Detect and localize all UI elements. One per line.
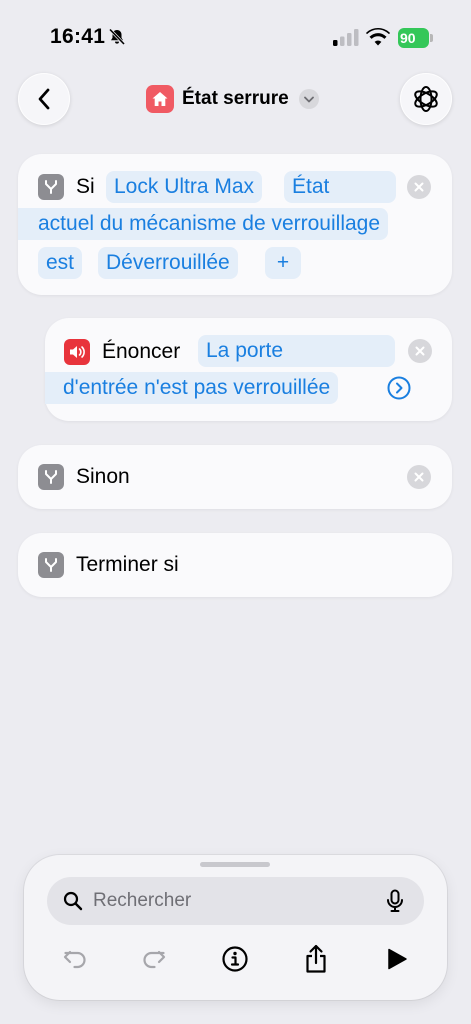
- home-icon: [146, 85, 174, 113]
- back-button[interactable]: [18, 73, 70, 125]
- device-token[interactable]: Lock Ultra Max: [106, 171, 263, 203]
- share-button[interactable]: [300, 943, 332, 975]
- if-keyword: Si: [76, 175, 95, 198]
- chevron-left-icon: [38, 88, 50, 110]
- redo-icon: [143, 950, 166, 969]
- undo-icon: [63, 950, 86, 969]
- share-icon: [306, 944, 326, 973]
- else-keyword: Sinon: [76, 465, 130, 488]
- action-search-panel: [24, 855, 447, 1000]
- action-speak[interactable]: Énoncer La porte d'entrée n'est pas verr…: [45, 318, 452, 421]
- undo-button[interactable]: [59, 943, 91, 975]
- chevron-down-icon: [298, 89, 319, 109]
- microphone-icon[interactable]: [386, 889, 404, 913]
- search-input[interactable]: [93, 877, 373, 925]
- battery-indicator: 90: [398, 28, 433, 48]
- battery-level: 90: [400, 30, 416, 46]
- branch-icon: [38, 464, 64, 490]
- sheet-grabber[interactable]: [200, 862, 270, 867]
- battery-tip: [430, 34, 433, 42]
- remove-speak-button[interactable]: [408, 339, 432, 363]
- status-bar: 16:41 90: [0, 0, 471, 70]
- house-glyph-icon: [152, 92, 168, 106]
- speak-text-token-start[interactable]: La porte: [198, 335, 395, 367]
- close-icon: [414, 472, 424, 482]
- apple-intelligence-button[interactable]: [400, 73, 452, 125]
- close-icon: [414, 182, 424, 192]
- battery-body: 90: [398, 28, 429, 48]
- status-time: 16:41: [50, 25, 106, 48]
- play-icon: [388, 948, 407, 970]
- close-icon: [415, 346, 425, 356]
- branch-icon: [38, 552, 64, 578]
- action-end-if[interactable]: Terminer si: [18, 533, 452, 597]
- run-button[interactable]: [381, 943, 413, 975]
- speak-text-token-end[interactable]: d'entrée n'est pas verrouillée: [45, 372, 339, 404]
- state-token-end[interactable]: actuel du mécanisme de verrouillage: [18, 208, 389, 240]
- action-else[interactable]: Sinon: [18, 445, 452, 509]
- remove-if-button[interactable]: [407, 175, 431, 199]
- search-field[interactable]: [47, 877, 424, 925]
- expand-speak-button[interactable]: [387, 376, 411, 400]
- speaker-icon: [64, 339, 90, 365]
- action-if[interactable]: Si Lock Ultra Max État actuel du mécanis…: [18, 154, 452, 295]
- search-icon: [63, 891, 83, 911]
- info-button[interactable]: [219, 943, 251, 975]
- operator-token[interactable]: est: [38, 247, 83, 279]
- cellular-signal-icon: [333, 29, 359, 46]
- bell-slash-icon: [108, 28, 126, 46]
- end-if-keyword: Terminer si: [76, 553, 179, 576]
- apple-intelligence-icon: [414, 86, 438, 112]
- redo-button[interactable]: [138, 943, 170, 975]
- add-condition-button[interactable]: +: [265, 247, 301, 279]
- remove-else-button[interactable]: [407, 465, 431, 489]
- value-token[interactable]: Déverrouillée: [98, 247, 238, 279]
- branch-icon: [38, 174, 64, 200]
- shortcut-title-menu[interactable]: État serrure: [146, 84, 319, 114]
- wifi-icon: [366, 27, 390, 46]
- page-title: État serrure: [182, 88, 289, 109]
- state-token-start[interactable]: État: [284, 171, 396, 203]
- speak-keyword: Énoncer: [102, 340, 181, 363]
- info-icon: [222, 946, 248, 972]
- chevron-right-circle-icon: [387, 376, 411, 400]
